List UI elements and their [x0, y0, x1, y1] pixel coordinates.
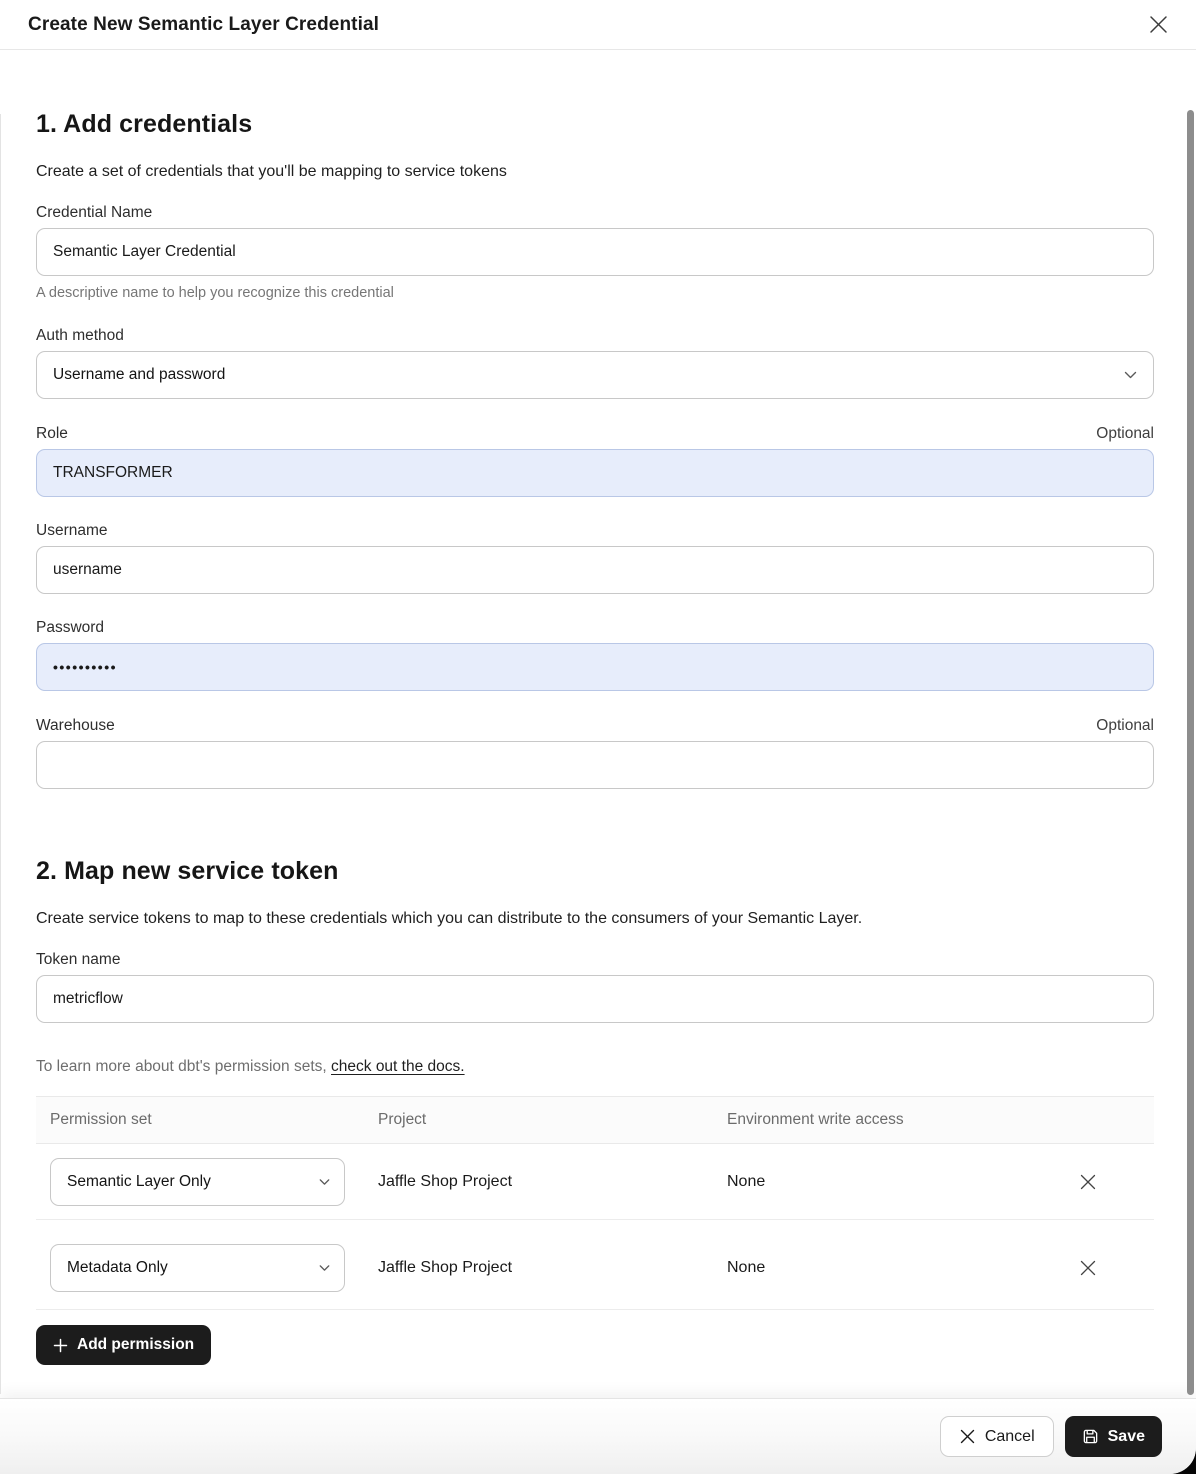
section2-description: Create service tokens to map to these cr… — [36, 910, 1154, 928]
save-label: Save — [1108, 1428, 1145, 1446]
chevron-down-icon — [319, 1264, 330, 1272]
role-input[interactable] — [36, 449, 1154, 497]
token-name-input[interactable] — [36, 975, 1154, 1023]
table-row: Metadata Only Jaffle Shop Project None — [36, 1220, 1154, 1310]
token-name-label: Token name — [36, 951, 1154, 969]
save-icon — [1082, 1428, 1099, 1445]
env-write-access-cell: None — [727, 1259, 1044, 1277]
permission-set-select[interactable]: Metadata Only — [50, 1244, 345, 1292]
add-permission-button[interactable]: Add permission — [36, 1325, 211, 1365]
username-input[interactable] — [36, 546, 1154, 594]
cancel-label: Cancel — [985, 1428, 1035, 1446]
close-icon — [1147, 13, 1170, 36]
close-icon — [1079, 1173, 1097, 1191]
role-optional-badge: Optional — [1096, 425, 1154, 443]
plus-icon — [53, 1338, 68, 1353]
section2-heading: 2. Map new service token — [36, 857, 1154, 886]
modal-header: Create New Semantic Layer Credential — [0, 0, 1196, 50]
cancel-button[interactable]: Cancel — [940, 1416, 1054, 1457]
permission-set-selected-value: Semantic Layer Only — [67, 1173, 211, 1191]
warehouse-optional-badge: Optional — [1096, 717, 1154, 735]
permissions-table: Permission set Project Environment write… — [36, 1096, 1154, 1310]
warehouse-input[interactable] — [36, 741, 1154, 789]
env-write-access-cell: None — [727, 1173, 1044, 1191]
col-header-env-write-access: Environment write access — [727, 1111, 1044, 1129]
auth-method-select[interactable]: Username and password — [36, 351, 1154, 399]
col-header-permission-set: Permission set — [36, 1111, 378, 1129]
remove-row-button[interactable] — [1072, 1252, 1104, 1284]
role-label: Role — [36, 425, 68, 443]
project-cell: Jaffle Shop Project — [378, 1259, 727, 1277]
permission-set-selected-value: Metadata Only — [67, 1259, 168, 1277]
password-label: Password — [36, 619, 1154, 637]
chevron-down-icon — [1124, 371, 1137, 380]
table-row: Semantic Layer Only Jaffle Shop Project … — [36, 1144, 1154, 1220]
permission-set-select[interactable]: Semantic Layer Only — [50, 1158, 345, 1206]
docs-link[interactable]: check out the docs. — [331, 1058, 465, 1075]
modal-body: 1. Add credentials Create a set of crede… — [0, 110, 1196, 1365]
modal-footer: Cancel Save — [0, 1398, 1196, 1474]
close-button[interactable] — [1140, 7, 1176, 43]
project-cell: Jaffle Shop Project — [378, 1173, 727, 1191]
warehouse-label: Warehouse — [36, 717, 115, 735]
warehouse-label-row: Warehouse Optional — [36, 717, 1154, 735]
permissions-table-header: Permission set Project Environment write… — [36, 1097, 1154, 1144]
credential-name-input[interactable] — [36, 228, 1154, 276]
section1-heading: 1. Add credentials — [36, 110, 1154, 139]
remove-row-button[interactable] — [1072, 1166, 1104, 1198]
vertical-scrollbar[interactable] — [1187, 110, 1194, 1395]
credential-name-label: Credential Name — [36, 204, 1154, 222]
chevron-down-icon — [319, 1178, 330, 1186]
page-edge-artifact — [0, 114, 1, 1394]
col-header-project: Project — [378, 1111, 727, 1129]
create-credential-modal: Create New Semantic Layer Credential 1. … — [0, 0, 1196, 1474]
section1-description: Create a set of credentials that you'll … — [36, 163, 1154, 181]
role-label-row: Role Optional — [36, 425, 1154, 443]
close-icon — [1079, 1259, 1097, 1277]
save-button[interactable]: Save — [1065, 1416, 1162, 1457]
add-permission-label: Add permission — [77, 1336, 194, 1354]
close-icon — [959, 1428, 976, 1445]
modal-title: Create New Semantic Layer Credential — [28, 14, 379, 36]
docs-line: To learn more about dbt's permission set… — [36, 1058, 1154, 1076]
docs-line-prefix: To learn more about dbt's permission set… — [36, 1058, 331, 1075]
auth-method-label: Auth method — [36, 327, 1154, 345]
credential-name-helper: A descriptive name to help you recognize… — [36, 285, 1154, 301]
password-input[interactable] — [36, 643, 1154, 691]
auth-method-selected-value: Username and password — [53, 366, 225, 384]
username-label: Username — [36, 522, 1154, 540]
